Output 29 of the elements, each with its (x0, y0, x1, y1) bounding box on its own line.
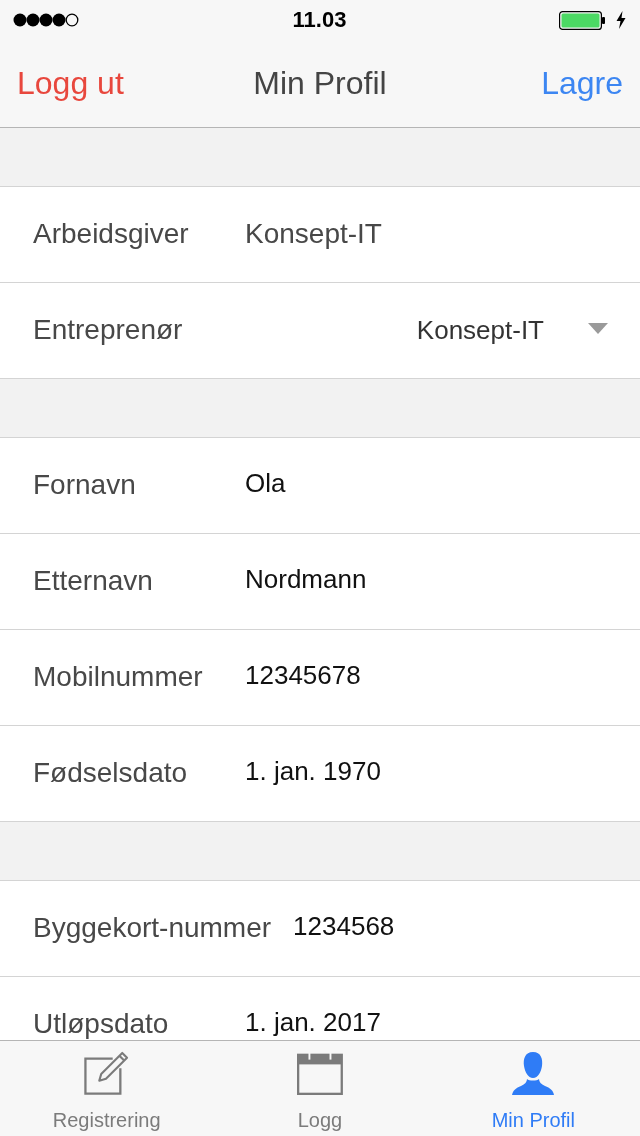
text-field[interactable]: 1. jan. 1970 (245, 756, 620, 787)
charging-bolt-icon (616, 11, 626, 29)
text-field[interactable]: 1. jan. 2017 (245, 1007, 620, 1038)
field-label: Arbeidsgiver (33, 218, 190, 251)
tab[interactable]: Logg (213, 1041, 427, 1136)
text-field[interactable]: Ola (245, 468, 620, 499)
field-label: Fornavn (33, 469, 137, 502)
field-label: Fødselsdato (33, 757, 189, 790)
signal-strength-icon (13, 13, 79, 27)
tab[interactable]: Registrering (0, 1041, 214, 1136)
battery-icon (559, 10, 605, 30)
field-label: Etternavn (33, 565, 154, 598)
field-label: Utløpsdato (33, 1008, 170, 1040)
field-value: Konsept-IT (245, 218, 382, 251)
text-field[interactable]: 12345678 (245, 660, 620, 691)
logout-button[interactable]: Logg ut (17, 65, 124, 102)
field-label: Entreprenør (33, 314, 184, 347)
text-field[interactable]: 1234568 (293, 911, 620, 942)
page-title: Min Profil (253, 65, 387, 102)
edit-icon (83, 1051, 130, 1095)
person-icon (512, 1051, 555, 1095)
clock-time: 11.03 (292, 7, 347, 33)
tab[interactable]: Min Profil (426, 1041, 640, 1136)
field-label: Mobilnummer (33, 661, 204, 694)
field-label: Byggekort-nummer (33, 912, 272, 945)
calendar-icon (297, 1051, 343, 1095)
text-field[interactable]: Nordmann (245, 564, 620, 595)
caret-icon (588, 323, 608, 334)
dropdown[interactable]: Konsept-IT (404, 311, 620, 350)
